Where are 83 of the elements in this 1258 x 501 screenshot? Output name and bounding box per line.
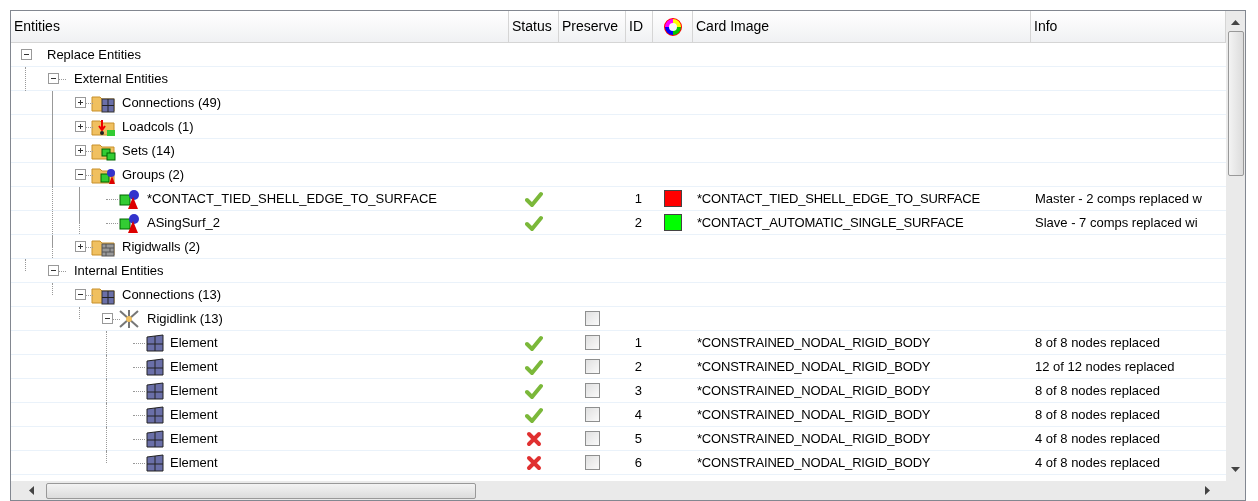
card-image-text: *CONTACT_TIED_SHELL_EDGE_TO_SURFACE [697,189,980,208]
expand-toggle[interactable] [75,97,86,108]
column-header[interactable]: Entities [11,11,509,43]
id-text: 1 [634,189,642,208]
tree-item-label[interactable]: *CONTACT_TIED_SHELL_EDGE_TO_SURFACE [147,188,437,209]
card-image-text: *CONSTRAINED_NODAL_RIGID_BODY [697,381,931,400]
tree-item-label[interactable]: Element [170,356,218,377]
expand-toggle[interactable] [75,145,86,156]
tree-item-label[interactable]: Replace Entities [47,44,141,65]
tree-item-label[interactable]: Element [170,428,218,449]
expand-toggle[interactable] [75,241,86,252]
tree-item-label[interactable]: Connections (13) [122,284,221,305]
preserve-checkbox[interactable] [585,455,600,470]
scroll-thumb[interactable] [1227,31,1244,176]
collapse-toggle[interactable] [75,289,86,300]
expand-toggle[interactable] [75,121,86,132]
preserve-checkbox[interactable] [585,335,600,350]
info-text: 4 of 8 nodes replaced [1035,429,1161,448]
collapse-toggle[interactable] [21,49,32,60]
id-text: 4 [634,405,642,424]
preserve-checkbox[interactable] [585,359,600,374]
scroll-down-icon[interactable] [1231,467,1240,473]
tree-item-label[interactable]: Groups (2) [122,164,185,185]
preserve-checkbox[interactable] [585,407,600,422]
tree-item-label[interactable]: Rigidwalls (2) [122,236,201,257]
collapse-toggle[interactable] [75,169,86,180]
id-text: 5 [634,429,642,448]
card-image-text: *CONTACT_AUTOMATIC_SINGLE_SURFACE [697,213,964,232]
column-header[interactable]: Status [509,11,559,43]
tree-item-label[interactable]: Element [170,404,218,425]
column-header[interactable]: ID [626,11,653,43]
id-text: 2 [634,213,642,232]
tree-item-label[interactable]: Element [170,332,218,353]
info-text: 8 of 8 nodes replaced [1035,381,1161,400]
grid-icon [145,357,165,376]
info-text: 12 of 12 nodes replaced [1035,357,1175,376]
grid-icon [145,333,165,352]
grid-icon [145,453,165,472]
collapse-toggle[interactable] [48,265,59,276]
info-text: 4 of 8 nodes replaced [1035,453,1161,472]
info-text: Slave - 7 comps replaced wi [1035,213,1198,232]
info-text: Master - 2 comps replaced w [1035,189,1202,208]
column-header[interactable]: Card Image [693,11,1031,43]
grid-icon [145,405,165,424]
scroll-thumb[interactable] [46,482,476,499]
tree-item-label[interactable]: Rigidlink (13) [147,308,223,329]
id-text: 6 [634,453,642,472]
grid-icon [145,429,165,448]
scroll-left-icon[interactable] [28,486,34,495]
column-header[interactable] [653,11,693,43]
id-text: 1 [634,333,642,352]
tree-item-label[interactable]: ASingSurf_2 [147,212,220,233]
info-text: 8 of 8 nodes replaced [1035,333,1161,352]
collapse-toggle[interactable] [48,73,59,84]
tree-item-label[interactable]: Sets (14) [122,140,175,161]
scroll-right-icon[interactable] [1205,486,1211,495]
tree-item-label[interactable]: Element [170,380,218,401]
tree-item-label[interactable]: Element [170,452,218,473]
color-wheel-icon [663,17,682,36]
tree-item-label[interactable]: External Entities [74,68,168,89]
card-image-text: *CONSTRAINED_NODAL_RIGID_BODY [697,357,931,376]
scroll-up-icon[interactable] [1231,19,1240,25]
column-header[interactable]: Info [1031,11,1226,43]
collapse-toggle[interactable] [102,313,113,324]
vertical-scrollbar[interactable] [1226,11,1245,481]
preserve-checkbox[interactable] [585,311,600,326]
preserve-checkbox[interactable] [585,431,600,446]
preserve-checkbox[interactable] [585,383,600,398]
info-text: 8 of 8 nodes replaced [1035,405,1161,424]
card-image-text: *CONSTRAINED_NODAL_RIGID_BODY [697,429,931,448]
card-image-text: *CONSTRAINED_NODAL_RIGID_BODY [697,405,931,424]
column-header[interactable]: Preserve [559,11,626,43]
tree-item-label[interactable]: Connections (49) [122,92,221,113]
card-image-text: *CONSTRAINED_NODAL_RIGID_BODY [697,453,931,472]
tree-item-label[interactable]: Loadcols (1) [122,116,194,137]
card-image-text: *CONSTRAINED_NODAL_RIGID_BODY [697,333,931,352]
id-text: 2 [634,357,642,376]
shapes-icon [118,212,142,233]
id-text: 3 [634,381,642,400]
shapes-icon [118,188,142,209]
grid-icon [145,381,165,400]
tree-item-label[interactable]: Internal Entities [74,260,164,281]
horizontal-scrollbar[interactable] [11,481,1245,500]
